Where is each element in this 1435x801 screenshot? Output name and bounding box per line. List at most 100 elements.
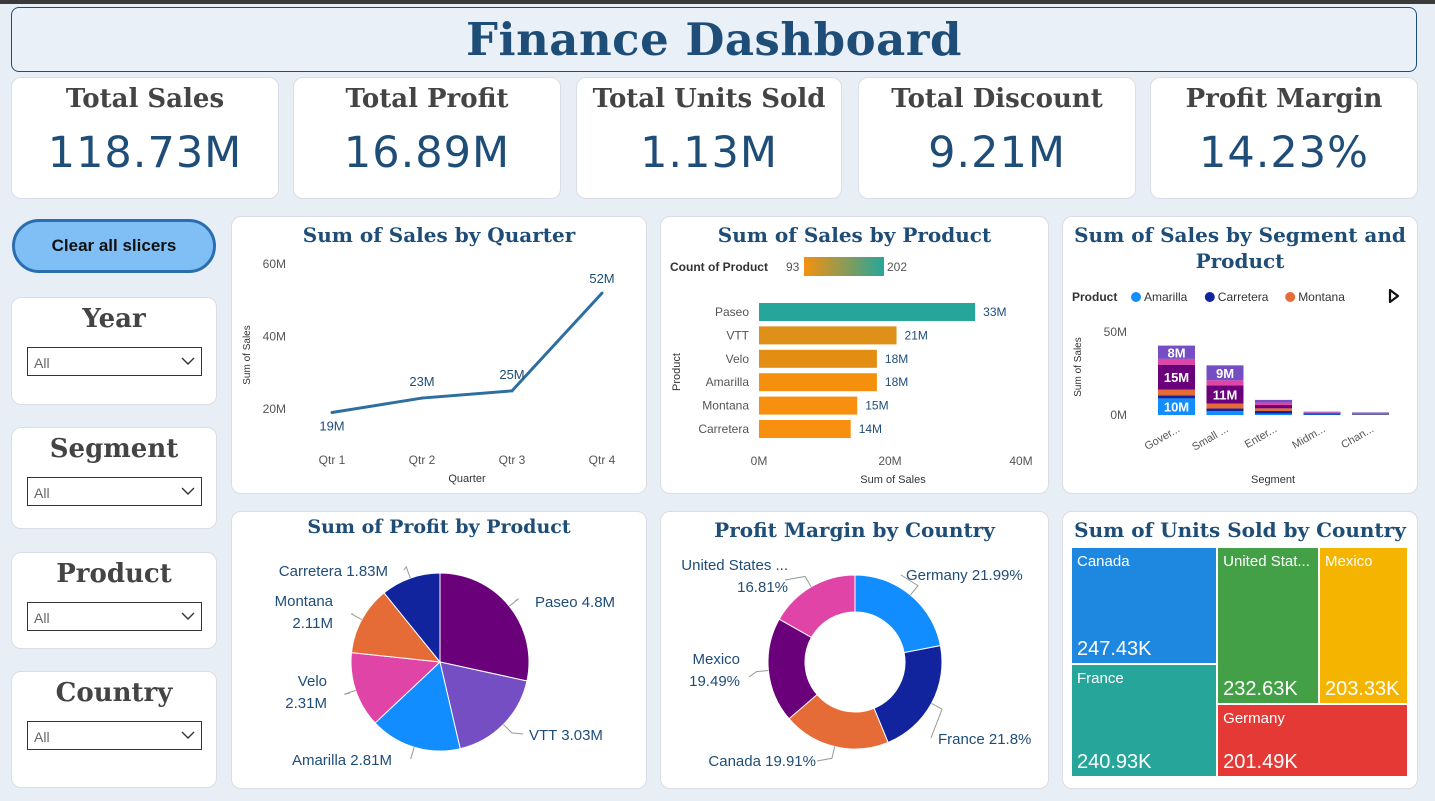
stacked-segment [1255,405,1292,409]
legend-marker [1204,292,1215,302]
tile-label: Mexico [1325,553,1373,570]
legend-title: Count of Product [670,260,768,274]
leader-line [351,613,363,620]
legend-title: Product [1072,290,1117,304]
product-dropdown[interactable]: All [27,602,202,631]
treemap-tile[interactable]: United Stat... 232.63K [1218,548,1318,704]
stacked-segment [1158,389,1195,396]
data-label: 2.31M [285,695,327,712]
treemap-tile[interactable]: Mexico 203.33K [1320,548,1407,704]
x-tick-label: Chan... [1339,423,1376,451]
x-tick-label: 40M [1009,454,1032,468]
treemap-tile[interactable]: France 240.93K [1072,664,1217,776]
data-point [330,411,334,415]
data-label: 14M [859,422,882,436]
tile-label: United Stat... [1223,553,1310,570]
data-label: Mexico [692,651,740,668]
stacked-segment [1303,414,1341,415]
chart-sales-by-quarter: Sum of Sales by Quarter 20M 40M 60M Qtr 1 Qt… [231,216,647,494]
chevron-down-icon [181,612,195,620]
leader-line [816,746,836,762]
bar [759,420,851,438]
x-tick-label: Qtr 2 [409,453,436,467]
data-point [510,389,514,393]
x-axis-title: Quarter [448,473,486,485]
data-label: 15M [865,399,888,413]
data-label: Canada 19.91% [708,753,816,770]
chart-profit-by-product: Sum of Profit by Product Paseo 4.8M VTT 3… [231,511,647,789]
kpi-value: 16.89M [343,128,511,178]
stacked-segment [1206,380,1244,386]
data-label: Amarilla 2.81M [292,752,392,769]
kpi-card-total-discount: Total Discount 9.21M [858,77,1136,199]
country-dropdown[interactable]: All [27,721,202,750]
stacked-segment [1255,411,1292,414]
treemap-tile[interactable]: Canada 247.43K [1072,548,1217,663]
chart-sales-by-product: Sum of Sales by Product Count of Product… [660,216,1049,494]
stacked-segment [1303,413,1341,415]
legend-label: Montana [1298,290,1345,304]
legend-min-label: 93 [786,260,800,274]
product-bar-chart: Count of Product 93 202 Paseo 33M VTT 21M Velo 1… [670,257,1033,486]
slicer-title: Country [55,678,173,708]
tile-value: 232.63K [1223,678,1298,701]
year-dropdown[interactable]: All [27,347,202,376]
y-axis-title: Product [671,353,683,391]
tile-value: 247.43K [1077,637,1152,660]
stacked-segment [1255,402,1292,406]
leader-line [509,598,519,607]
stacked-segment [1158,395,1195,399]
data-label: 10M [1164,400,1189,415]
quarter-line-chart: 20M 40M 60M Qtr 1 Qtr 2 Qtr 3 Qtr 4 Quarter Sum … [242,257,616,485]
data-label: 33M [983,305,1006,319]
x-tick-label: 20M [878,454,901,468]
x-tick-label: Qtr 3 [499,453,526,467]
stacked-segment [1206,408,1244,412]
kpi-label: Total Discount [891,84,1103,114]
y-tick-label: 40M [263,330,286,344]
title-banner: Finance Dashboard [11,7,1417,72]
series-line [331,292,604,415]
chevron-down-icon [181,487,195,495]
category-label: Velo [726,352,750,366]
data-label: 18M [885,352,908,366]
stacked-segment [1255,413,1292,415]
category-label: Montana [702,399,749,413]
x-tick-label: Qtr 1 [319,453,346,467]
clear-all-slicers-button[interactable]: Clear all slicers [12,219,216,273]
tile-value: 240.93K [1077,750,1152,773]
stacked-segment [1303,412,1341,413]
data-label: 21M [905,328,928,342]
data-label: VTT 3.03M [529,727,603,744]
kpi-label: Profit Margin [1185,84,1383,114]
kpi-card-total-profit: Total Profit 16.89M [293,77,561,199]
stacked-segment [1206,403,1244,409]
stacked-segment [1352,413,1389,415]
legend-marker [1131,292,1141,302]
chevron-down-icon [181,731,195,739]
data-label: 15M [1164,370,1189,385]
legend-next-icon[interactable] [1387,288,1401,304]
treemap-tile[interactable]: Germany 201.49K [1218,705,1407,776]
chart-sales-by-segment-product: Sum of Sales by Segment and Product Prod… [1062,216,1418,494]
kpi-card-total-sales: Total Sales 118.73M [11,77,279,199]
bar [759,303,976,321]
slicer-product: Product All [11,552,217,649]
kpi-label: Total Profit [345,84,509,114]
segment-dropdown[interactable]: All [27,477,202,506]
stacked-segment [1255,399,1292,403]
kpi-value: 118.73M [47,128,243,178]
chart-profit-margin-by-country: Profit Margin by Country Germany 21.99% F… [660,511,1049,789]
data-label: 9M [1216,366,1234,381]
x-axis-title: Sum of Sales [860,474,926,486]
y-axis-title: Sum of Sales [1073,337,1084,396]
data-label: France 21.8% [938,731,1031,748]
data-label: Carretera 1.83M [279,563,388,580]
bar [759,349,877,368]
data-label: 19M [319,419,344,434]
dropdown-value: All [34,610,50,626]
tile-value: 201.49K [1223,750,1298,773]
data-label: 11M [1213,387,1238,402]
chevron-down-icon [181,357,195,365]
legend-label: Carretera [1218,290,1269,304]
